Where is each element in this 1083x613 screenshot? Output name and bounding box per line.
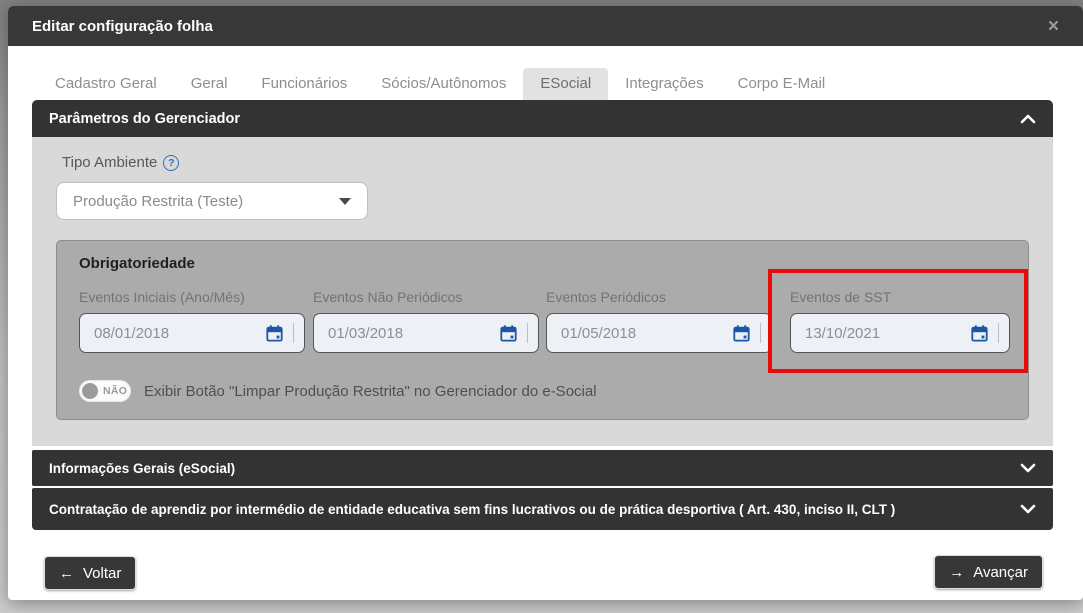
tab-bar: Cadastro Geral Geral Funcionários Sócios…: [38, 68, 842, 100]
section-contratacao-aprendiz[interactable]: Contratação de aprendiz por intermédio d…: [32, 488, 1053, 530]
tipo-ambiente-select[interactable]: Produção Restrita (Teste): [56, 182, 368, 220]
chevron-up-icon: [1020, 114, 1036, 124]
toggle-row: NÃO Exibir Botão "Limpar Produção Restri…: [79, 380, 597, 402]
arrow-left-icon: ←: [59, 565, 74, 582]
parametros-body: Tipo Ambiente ? Produção Restrita (Teste…: [32, 137, 1053, 446]
field-divider: [760, 323, 761, 343]
back-button[interactable]: ← Voltar: [44, 556, 136, 590]
field-eventos-sst: Eventos de SST 13/10/2021: [790, 289, 1010, 353]
tab-cadastro-geral[interactable]: Cadastro Geral: [38, 68, 174, 100]
obrigatoriedade-title: Obrigatoriedade: [79, 255, 195, 272]
field-label: Eventos de SST: [790, 289, 1010, 305]
next-button-label: Avançar: [973, 564, 1028, 581]
next-button[interactable]: → Avançar: [934, 555, 1043, 589]
tab-esocial[interactable]: ESocial: [523, 68, 608, 100]
date-input-eventos-sst[interactable]: 13/10/2021: [790, 313, 1010, 353]
section-title: Informações Gerais (eSocial): [49, 461, 235, 476]
tipo-ambiente-label-row: Tipo Ambiente ?: [62, 154, 179, 171]
field-divider: [293, 323, 294, 343]
date-value: 08/01/2018: [94, 325, 169, 342]
field-label: Eventos Não Periódicos: [313, 289, 539, 305]
calendar-icon[interactable]: [266, 325, 283, 342]
field-eventos-periodicos: Eventos Periódicos 01/05/2018: [546, 289, 772, 353]
close-icon[interactable]: ×: [1048, 17, 1059, 36]
calendar-icon[interactable]: [500, 325, 517, 342]
back-button-label: Voltar: [83, 565, 121, 582]
tab-integracoes[interactable]: Integrações: [608, 68, 720, 100]
arrow-right-icon: →: [949, 564, 964, 581]
date-input-eventos-periodicos[interactable]: 01/05/2018: [546, 313, 772, 353]
date-value: 01/03/2018: [328, 325, 403, 342]
field-eventos-nao-periodicos: Eventos Não Periódicos 01/03/2018: [313, 289, 539, 353]
field-eventos-iniciais: Eventos Iniciais (Ano/Mês) 08/01/2018: [79, 289, 305, 353]
toggle-state-label: NÃO: [103, 385, 127, 397]
tab-socios-autonomos[interactable]: Sócios/Autônomos: [364, 68, 523, 100]
tab-corpo-email[interactable]: Corpo E-Mail: [721, 68, 843, 100]
toggle-description: Exibir Botão "Limpar Produção Restrita" …: [144, 383, 597, 400]
parametros-header[interactable]: Parâmetros do Gerenciador: [32, 100, 1053, 137]
date-value: 13/10/2021: [805, 325, 880, 342]
date-input-eventos-iniciais[interactable]: 08/01/2018: [79, 313, 305, 353]
parametros-title: Parâmetros do Gerenciador: [49, 111, 240, 127]
tab-geral[interactable]: Geral: [174, 68, 245, 100]
field-label: Eventos Periódicos: [546, 289, 772, 305]
date-value: 01/05/2018: [561, 325, 636, 342]
modal-titlebar: Editar configuração folha ×: [8, 6, 1083, 46]
obrigatoriedade-box: Obrigatoriedade Eventos Iniciais (Ano/Mê…: [56, 240, 1029, 420]
edit-config-modal: Editar configuração folha × Cadastro Ger…: [8, 6, 1083, 600]
tipo-ambiente-label: Tipo Ambiente: [62, 154, 157, 171]
chevron-down-icon: [1020, 463, 1036, 473]
tipo-ambiente-value: Produção Restrita (Teste): [73, 193, 243, 210]
field-divider: [527, 323, 528, 343]
modal-title: Editar configuração folha: [32, 18, 213, 35]
section-title: Contratação de aprendiz por intermédio d…: [49, 502, 895, 517]
toggle-knob: [82, 383, 98, 399]
chevron-down-icon: [1020, 504, 1036, 514]
toggle-limpar-producao[interactable]: NÃO: [79, 380, 131, 402]
calendar-icon[interactable]: [971, 325, 988, 342]
date-input-eventos-nao-periodicos[interactable]: 01/03/2018: [313, 313, 539, 353]
section-informacoes-gerais[interactable]: Informações Gerais (eSocial): [32, 450, 1053, 486]
chevron-down-icon: [339, 198, 351, 205]
tab-funcionarios[interactable]: Funcionários: [244, 68, 364, 100]
field-label: Eventos Iniciais (Ano/Mês): [79, 289, 305, 305]
help-icon[interactable]: ?: [163, 155, 179, 171]
field-divider: [998, 323, 999, 343]
calendar-icon[interactable]: [733, 325, 750, 342]
parametros-accordion: Parâmetros do Gerenciador Tipo Ambiente …: [32, 100, 1053, 446]
